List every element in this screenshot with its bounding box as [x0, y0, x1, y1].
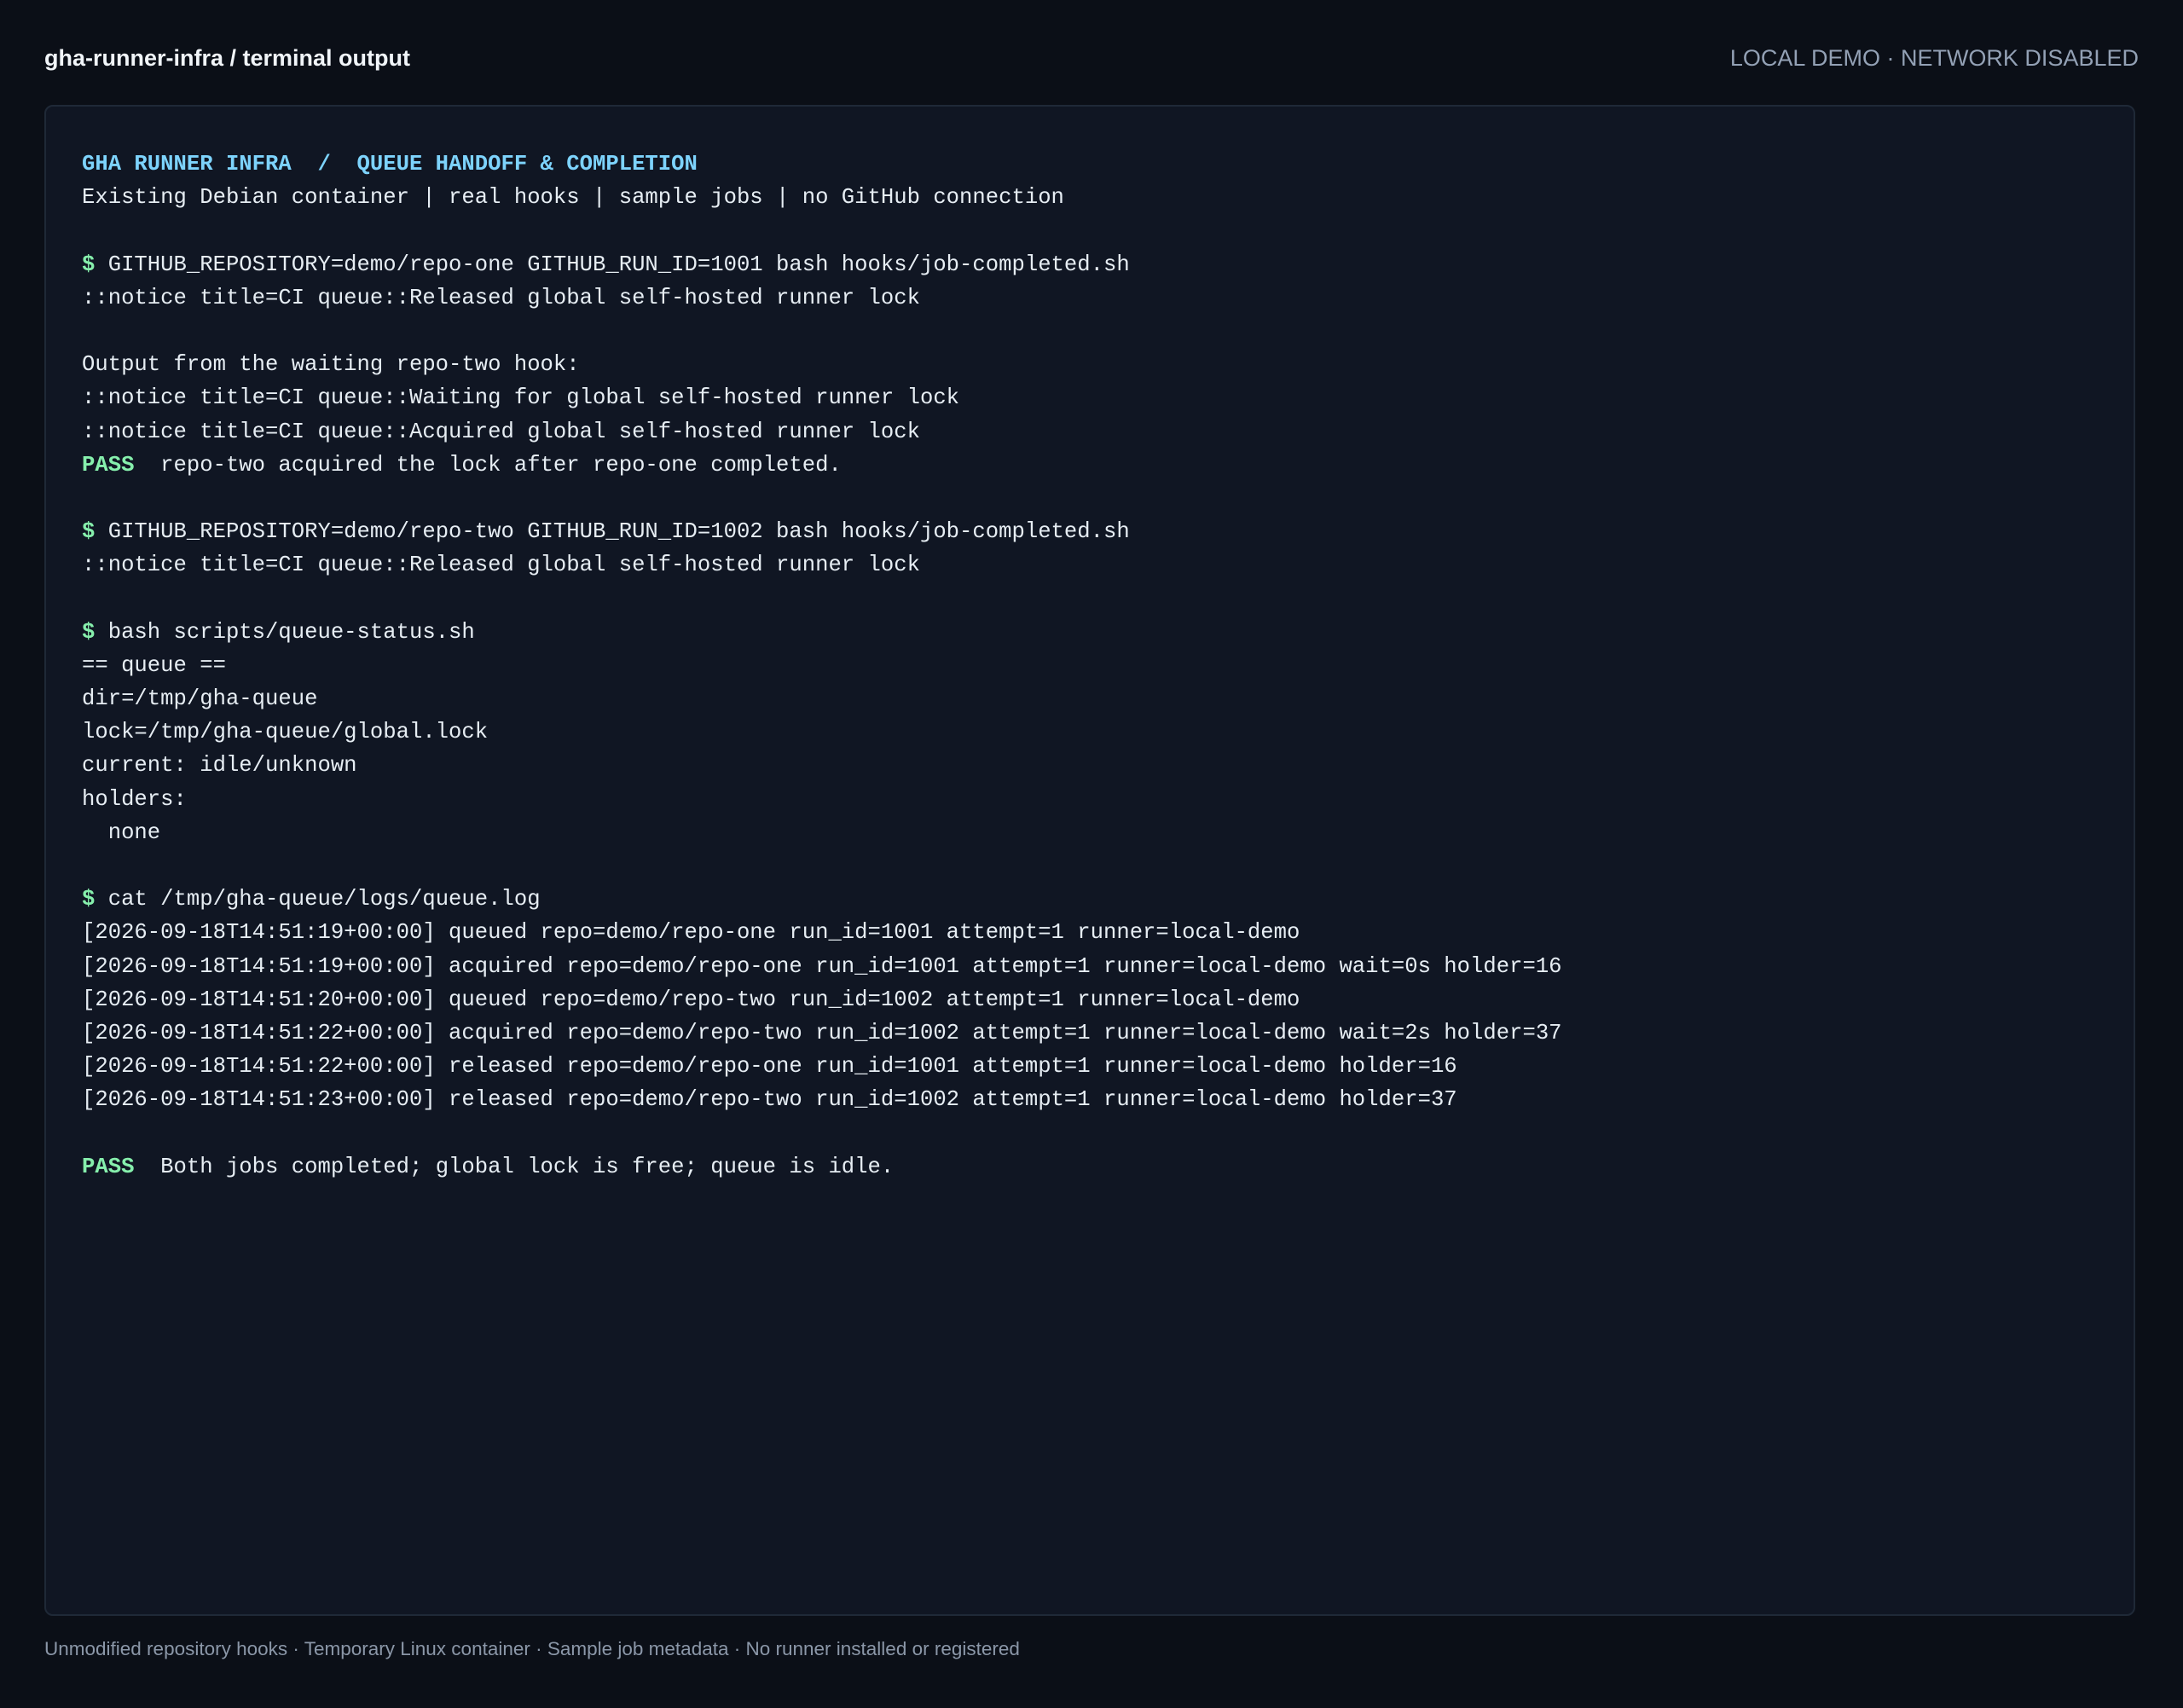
output-line: ::notice title=CI queue::Released global…: [82, 553, 920, 578]
output-line: dir=/tmp/gha-queue: [82, 686, 318, 711]
output-line: holders:: [82, 786, 187, 812]
log-line: [2026-09-18T14:51:19+00:00] queued repo=…: [82, 920, 1300, 946]
log-line: [2026-09-18T14:51:23+00:00] released rep…: [82, 1087, 1457, 1113]
log-line: [2026-09-18T14:51:22+00:00] released rep…: [82, 1054, 1457, 1080]
pass-badge: PASS: [82, 452, 135, 478]
command-text: cat /tmp/gha-queue/logs/queue.log: [107, 887, 541, 912]
output-line: none: [82, 819, 161, 845]
output-heading: Output from the waiting repo-two hook:: [82, 352, 580, 378]
command-line: $ cat /tmp/gha-queue/logs/queue.log: [82, 883, 2098, 916]
output-line: ::notice title=CI queue::Released global…: [82, 285, 920, 310]
pass-line: PASS Both jobs completed; global lock is…: [82, 1150, 2098, 1184]
prompt-symbol: $: [82, 619, 96, 645]
command-line: $ GITHUB_REPOSITORY=demo/repo-two GITHUB…: [82, 515, 2098, 548]
command-line: $ bash scripts/queue-status.sh: [82, 616, 2098, 649]
terminal-output-panel[interactable]: GHA RUNNER INFRA / QUEUE HANDOFF & COMPL…: [44, 105, 2135, 1616]
output-line: ::notice title=CI queue::Waiting for glo…: [82, 385, 960, 411]
log-line: [2026-09-18T14:51:20+00:00] queued repo=…: [82, 987, 1300, 1012]
prompt-symbol: $: [82, 252, 96, 277]
pass-message: Both jobs completed; global lock is free…: [134, 1154, 895, 1179]
output-line: lock=/tmp/gha-queue/global.lock: [82, 720, 489, 745]
terminal-title: GHA RUNNER INFRA / QUEUE HANDOFF & COMPL…: [82, 152, 698, 177]
status-indicator: LOCAL DEMO · NETWORK DISABLED: [1729, 44, 2139, 71]
command-line: $ GITHUB_REPOSITORY=demo/repo-one GITHUB…: [82, 248, 2098, 281]
page-title: gha-runner-infra / terminal output: [44, 44, 410, 71]
top-bar: gha-runner-infra / terminal output LOCAL…: [44, 39, 2139, 77]
pass-message: repo-two acquired the lock after repo-on…: [134, 452, 842, 478]
pass-line: PASS repo-two acquired the lock after re…: [82, 449, 2098, 482]
output-line: ::notice title=CI queue::Acquired global…: [82, 419, 920, 444]
prompt-symbol: $: [82, 887, 96, 912]
prompt-symbol: $: [82, 519, 96, 545]
output-line: current: idle/unknown: [82, 753, 357, 779]
output-line: == queue ==: [82, 652, 226, 678]
log-line: [2026-09-18T14:51:19+00:00] acquired rep…: [82, 953, 1562, 979]
footer-note: Unmodified repository hooks · Temporary …: [44, 1638, 1020, 1659]
command-text: GITHUB_REPOSITORY=demo/repo-two GITHUB_R…: [107, 519, 1130, 545]
terminal-subtitle: Existing Debian container | real hooks |…: [82, 185, 1064, 211]
pass-badge: PASS: [82, 1154, 135, 1179]
log-line: [2026-09-18T14:51:22+00:00] acquired rep…: [82, 1020, 1562, 1045]
command-text: bash scripts/queue-status.sh: [107, 619, 475, 645]
command-text: GITHUB_REPOSITORY=demo/repo-one GITHUB_R…: [107, 252, 1130, 277]
